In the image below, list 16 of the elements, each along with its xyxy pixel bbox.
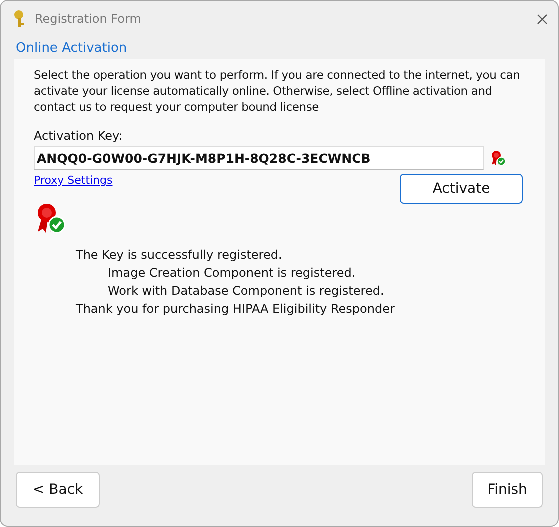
activation-key-field[interactable]: ANQQ0-G0W00-G7HJK-M8P1H-8Q28C-3ECWNCB xyxy=(34,146,484,170)
status-message: The Key is successfully registered. xyxy=(76,247,284,264)
status-message: Thank you for purchasing HIPAA Eligibility Responder xyxy=(76,301,396,318)
back-button[interactable]: < Back xyxy=(16,472,100,508)
instructions-text: Select the operation you want to perform. If you are connected to the internet, you can activate your license automatically online. Otherwise, select Offline activation and contact us to request your computer bound license xyxy=(34,67,522,115)
activate-button[interactable]: Activate xyxy=(400,174,523,204)
status-message: Image Creation Component is registered. xyxy=(107,265,357,282)
proxy-settings-link[interactable]: Proxy Settings xyxy=(34,174,113,187)
seal-check-icon xyxy=(490,150,506,166)
field-label: Activation Key: xyxy=(34,129,124,143)
close-icon[interactable] xyxy=(537,14,548,24)
key-icon xyxy=(13,10,27,28)
status-message: Work with Database Component is registered. xyxy=(107,283,386,300)
finish-button[interactable]: Finish xyxy=(472,472,543,508)
section-title: Online Activation xyxy=(15,40,128,58)
window-title: Registration Form xyxy=(35,12,142,26)
